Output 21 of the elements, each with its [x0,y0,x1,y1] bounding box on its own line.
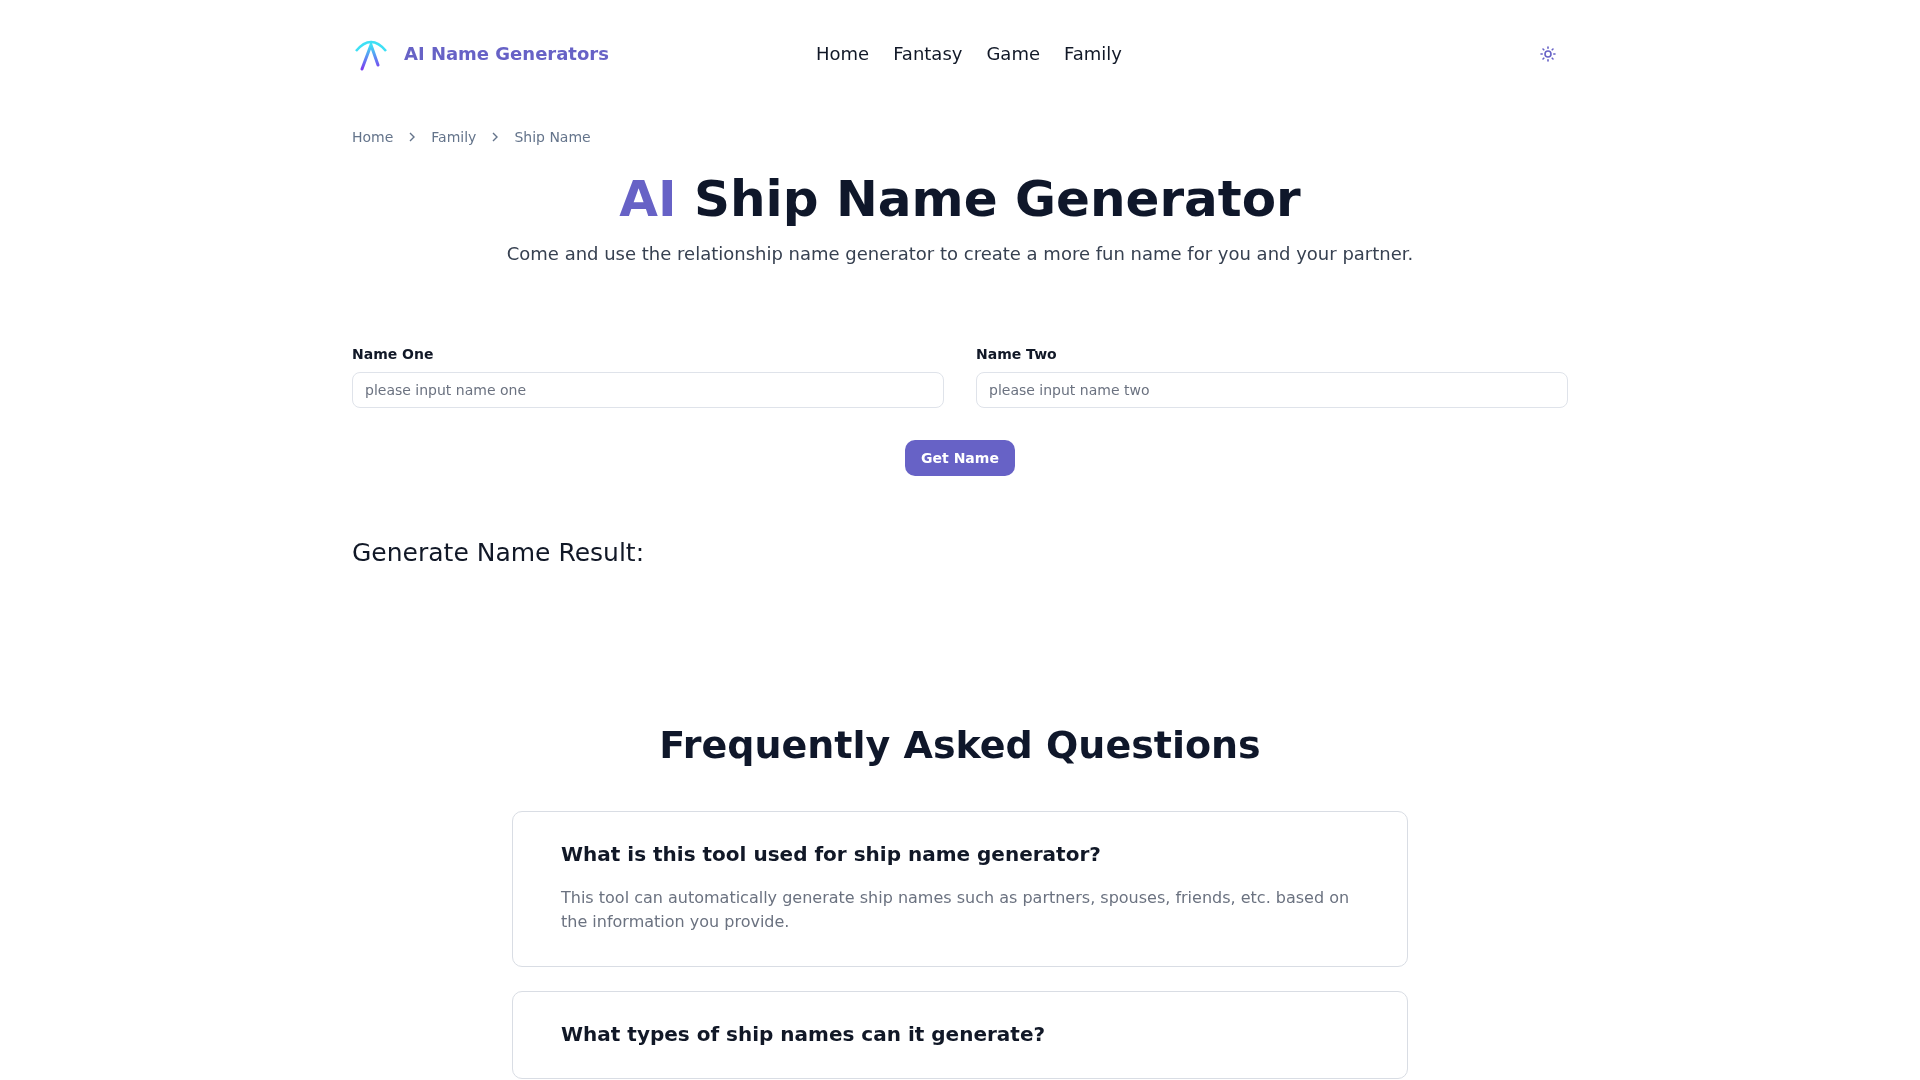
input-field[interactable]: please input name one [352,372,944,408]
nav-link[interactable]: Home [816,43,870,64]
field-label: Name Two [976,346,1058,362]
field-label: Name One [352,346,435,362]
breadcrumb-current: Ship Name [514,129,591,145]
faq-title: Frequently Asked Questions [658,723,1262,767]
faq-answer: This tool can automatically generate ship names such as partners, spouses, friends, etc. based on the information you provide. [561,887,1351,933]
faq-question: What is this tool used for ship name generator? [561,842,1102,866]
brand-link[interactable]: AI Name Generators [404,43,609,64]
nav-link[interactable]: Family [1064,43,1122,64]
nav-link[interactable]: Game [986,43,1040,64]
get-name-button[interactable]: Get Name [905,440,1015,476]
page-subtitle: Come and use the relationship name generator to create a more fun name for you and your partner. [505,243,1415,264]
result-heading: Generate Name Result: [352,538,646,567]
nav-link[interactable]: Fantasy [893,43,963,64]
faq-question: What types of ship names can it generate? [561,1022,1047,1046]
input-field[interactable]: please input name two [976,372,1568,408]
sun-icon[interactable] [1540,45,1556,62]
page-title: AI Ship Name Generator [618,169,1302,230]
breadcrumb-link[interactable]: Home [352,129,394,145]
breadcrumb-link[interactable]: Family [431,129,477,145]
